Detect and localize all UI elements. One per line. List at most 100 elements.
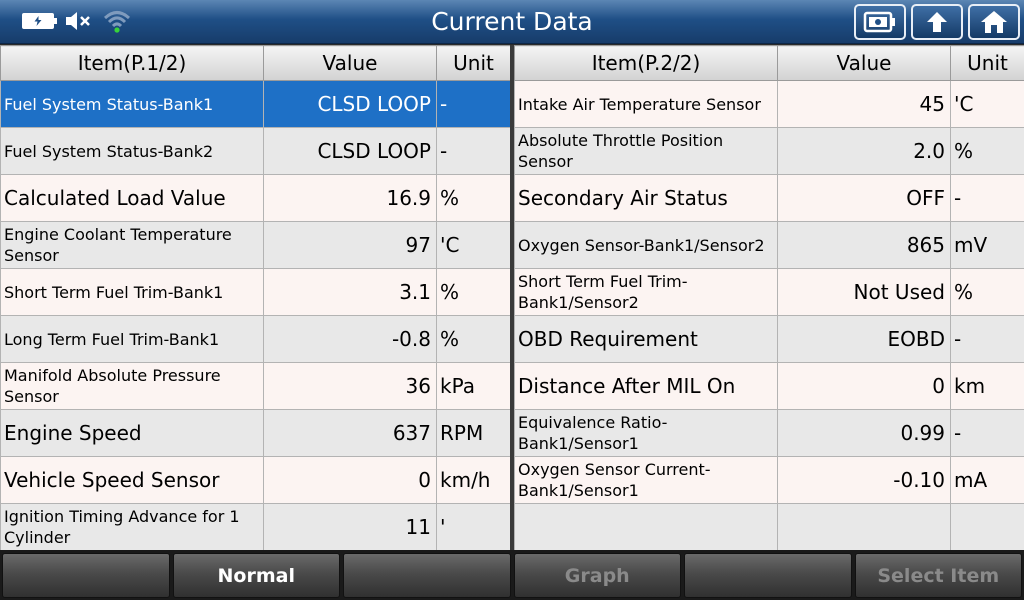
row-item-label: Fuel System Status-Bank2	[0, 127, 264, 175]
empty-button-3	[684, 553, 852, 598]
row-unit: %	[950, 268, 1024, 316]
table-row[interactable]: Calculated Load Value 16.9 %	[0, 174, 511, 222]
row-value: 45	[777, 80, 951, 128]
column-header-unit[interactable]: Unit	[436, 45, 511, 81]
row-unit: %	[950, 127, 1024, 175]
save-screen-button[interactable]	[854, 4, 906, 40]
column-header-item[interactable]: Item(P.1/2)	[0, 45, 264, 81]
row-unit: kPa	[436, 362, 511, 410]
row-item-label: Equivalence Ratio-Bank1/Sensor1	[514, 409, 778, 457]
row-unit: -	[436, 80, 511, 128]
empty-button-1	[2, 553, 170, 598]
row-unit: -	[950, 409, 1024, 457]
row-item-label: Fuel System Status-Bank1	[0, 80, 264, 128]
back-icon	[927, 12, 947, 32]
table-row[interactable]: Distance After MIL On 0 km	[514, 362, 1024, 410]
graph-button[interactable]: Graph	[513, 553, 681, 598]
row-item-label: Intake Air Temperature Sensor	[514, 80, 778, 128]
row-value: OFF	[777, 174, 951, 222]
column-header-unit[interactable]: Unit	[950, 45, 1024, 81]
toolbar	[854, 4, 1020, 40]
row-value: 0.99	[777, 409, 951, 457]
table-row[interactable]: Vehicle Speed Sensor 0 km/h	[0, 456, 511, 504]
table-row[interactable]: Oxygen Sensor-Bank1/Sensor2 865 mV	[514, 221, 1024, 269]
empty-button-2	[343, 553, 511, 598]
row-item-label: Oxygen Sensor Current-Bank1/Sensor1	[514, 456, 778, 504]
table-row[interactable]: Equivalence Ratio-Bank1/Sensor1 0.99 -	[514, 409, 1024, 457]
table-row[interactable]: Intake Air Temperature Sensor 45 'C	[514, 80, 1024, 128]
row-item-label: Manifold Absolute Pressure Sensor	[0, 362, 264, 410]
row-value: EOBD	[777, 315, 951, 363]
row-value: 0	[777, 362, 951, 410]
row-unit: km	[950, 362, 1024, 410]
back-button[interactable]	[911, 4, 963, 40]
row-value: -0.8	[263, 315, 437, 363]
data-table-page-1: Item(P.1/2) Value Unit Fuel System Statu…	[0, 45, 511, 551]
table-row[interactable]: Secondary Air Status OFF -	[514, 174, 1024, 222]
table-row[interactable]: Absolute Throttle Position Sensor 2.0 %	[514, 127, 1024, 175]
bottom-button-bar: Normal Graph Select Item	[0, 550, 1024, 600]
row-item-label: Vehicle Speed Sensor	[0, 456, 264, 504]
row-value: CLSD LOOP	[263, 80, 437, 128]
table-row[interactable]: Fuel System Status-Bank2 CLSD LOOP -	[0, 127, 511, 175]
row-value: CLSD LOOP	[263, 127, 437, 175]
row-value: 97	[263, 221, 437, 269]
row-value: 36	[263, 362, 437, 410]
row-unit	[950, 503, 1024, 551]
row-unit: '	[436, 503, 511, 551]
row-unit: %	[436, 174, 511, 222]
row-unit: -	[950, 315, 1024, 363]
table-row[interactable]: Long Term Fuel Trim-Bank1 -0.8 %	[0, 315, 511, 363]
row-value: Not Used	[777, 268, 951, 316]
column-header-value[interactable]: Value	[777, 45, 951, 81]
normal-button[interactable]: Normal	[172, 553, 340, 598]
row-item-label: Oxygen Sensor-Bank1/Sensor2	[514, 221, 778, 269]
table-row[interactable]: Ignition Timing Advance for 1 Cylinder 1…	[0, 503, 511, 551]
home-button[interactable]	[968, 4, 1020, 40]
table-row[interactable]: Fuel System Status-Bank1 CLSD LOOP -	[0, 80, 511, 128]
row-unit: -	[436, 127, 511, 175]
row-item-label: Absolute Throttle Position Sensor	[514, 127, 778, 175]
row-item-label: Engine Speed	[0, 409, 264, 457]
row-unit: %	[436, 268, 511, 316]
row-unit: -	[950, 174, 1024, 222]
data-table-page-2: Item(P.2/2) Value Unit Intake Air Temper…	[514, 45, 1024, 551]
row-value: 637	[263, 409, 437, 457]
row-item-label: Engine Coolant Temperature Sensor	[0, 221, 264, 269]
row-value	[777, 503, 951, 551]
row-item-label: Distance After MIL On	[514, 362, 778, 410]
row-value: 865	[777, 221, 951, 269]
row-value: 3.1	[263, 268, 437, 316]
save-screen-icon	[863, 11, 895, 33]
column-header-item[interactable]: Item(P.2/2)	[514, 45, 778, 81]
row-value: 0	[263, 456, 437, 504]
row-unit: 'C	[950, 80, 1024, 128]
title-bar: Current Data	[0, 0, 1024, 44]
row-item-label: Short Term Fuel Trim-Bank1	[0, 268, 264, 316]
row-unit: mA	[950, 456, 1024, 504]
table-row[interactable]: Short Term Fuel Trim-Bank1/Sensor2 Not U…	[514, 268, 1024, 316]
row-value: 11	[263, 503, 437, 551]
row-unit: 'C	[436, 221, 511, 269]
table-row-empty	[514, 503, 1024, 551]
row-item-label: Secondary Air Status	[514, 174, 778, 222]
row-value: 2.0	[777, 127, 951, 175]
select-item-button[interactable]: Select Item	[854, 553, 1022, 598]
table-row[interactable]: OBD Requirement EOBD -	[514, 315, 1024, 363]
home-icon	[981, 11, 1007, 33]
row-item-label: Long Term Fuel Trim-Bank1	[0, 315, 264, 363]
row-item-label: Short Term Fuel Trim-Bank1/Sensor2	[514, 268, 778, 316]
table-row[interactable]: Engine Speed 637 RPM	[0, 409, 511, 457]
row-item-label: Ignition Timing Advance for 1 Cylinder	[0, 503, 264, 551]
column-header-value[interactable]: Value	[263, 45, 437, 81]
row-unit: mV	[950, 221, 1024, 269]
table-row[interactable]: Short Term Fuel Trim-Bank1 3.1 %	[0, 268, 511, 316]
row-item-label	[514, 503, 778, 551]
row-unit: %	[436, 315, 511, 363]
table-row[interactable]: Engine Coolant Temperature Sensor 97 'C	[0, 221, 511, 269]
row-unit: RPM	[436, 409, 511, 457]
table-row[interactable]: Manifold Absolute Pressure Sensor 36 kPa	[0, 362, 511, 410]
row-item-label: OBD Requirement	[514, 315, 778, 363]
table-row[interactable]: Oxygen Sensor Current-Bank1/Sensor1 -0.1…	[514, 456, 1024, 504]
row-unit: km/h	[436, 456, 511, 504]
